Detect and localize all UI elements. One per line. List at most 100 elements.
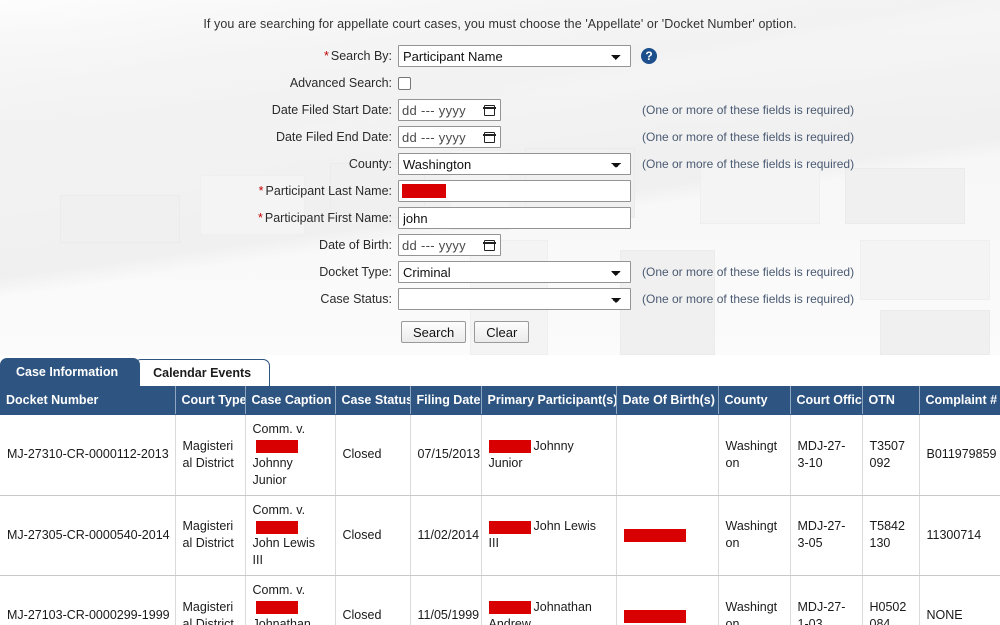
case-status-select[interactable] [398,288,631,310]
cell-case-caption: Comm. v. Johnathan Andrew [245,575,336,625]
advanced-search-checkbox[interactable] [398,76,411,90]
cell-filing-date: 07/15/2013 [410,414,482,496]
cell-primary-participants: John Lewis III [481,495,617,576]
case-caption-suffix: Johnny Junior [252,455,293,487]
case-caption-suffix: Johnathan Andrew [252,616,311,625]
form-row-docket-type: Docket Type: Criminal (One or more of th… [0,259,1000,285]
column-header-otn[interactable]: OTN [862,386,920,415]
date-filed-end-input[interactable]: dd --- yyyy [398,126,501,148]
case-status-label: Case Status: [320,292,392,306]
case-caption-suffix: John Lewis III [252,536,316,568]
form-row-participant-first-name: * Participant First Name: [0,205,1000,231]
cell-otn: T3507092 [862,414,920,496]
calendar-icon[interactable] [483,131,496,143]
cell-case-caption: Comm. v. Johnny Junior [245,414,336,496]
column-header-court-office[interactable]: Court Office [790,386,863,415]
cell-case-caption: Comm. v. John Lewis III [245,495,336,576]
case-search-form: * Search By: Participant Name ? Advanced … [0,43,1000,343]
redaction-bar [488,440,531,454]
required-asterisk: * [323,49,329,63]
date-of-birth-placeholder: dd --- yyyy [402,237,466,253]
redaction-bar [488,520,531,534]
form-buttons: Search Clear [0,321,1000,343]
cell-filing-date: 11/02/2014 [410,495,482,576]
form-row-date-filed-start: Date Filed Start Date: dd --- yyyy (One … [0,97,1000,123]
tab-case-information[interactable]: Case Information [0,358,141,386]
column-header-docket-number[interactable]: Docket Number [0,386,176,415]
required-asterisk: * [258,211,263,225]
column-header-case-status[interactable]: Case Status [335,386,411,415]
case-caption-prefix: Comm. v. [252,422,306,436]
date-of-birth-input[interactable]: dd --- yyyy [398,234,501,256]
column-header-county[interactable]: County [718,386,791,415]
table-row[interactable]: MJ-27305-CR-0000540-2014 Magisterial Dis… [0,495,1000,576]
column-header-complaint-number[interactable]: Complaint # [919,386,1000,415]
cell-court-office: MDJ-27-1-03 [790,575,863,625]
cell-date-of-birth [616,414,719,496]
date-filed-start-input[interactable]: dd --- yyyy [398,99,501,121]
case-status-hint: (One or more of these fields is required… [642,292,855,306]
column-header-court-type[interactable]: Court Type [175,386,246,415]
cell-docket-number[interactable]: MJ-27103-CR-0000299-1999 [0,575,176,625]
county-label: County: [348,157,392,171]
cell-date-of-birth [616,495,719,576]
column-header-date-of-births[interactable]: Date Of Birth(s) [616,386,719,415]
date-of-birth-label: Date of Birth: [319,238,392,252]
cell-docket-number[interactable]: MJ-27305-CR-0000540-2014 [0,495,176,576]
results-table: Docket Number Court Type Case Caption Ca… [0,386,1000,625]
date-filed-start-placeholder: dd --- yyyy [402,102,466,118]
required-asterisk: * [258,184,264,198]
redaction-bar [255,440,298,454]
case-caption-prefix: Comm. v. [252,502,306,517]
column-header-case-caption[interactable]: Case Caption [245,386,336,415]
cell-county: Washington [718,414,791,496]
cell-court-office: MDJ-27-3-10 [790,414,863,496]
participant-first-name-input[interactable] [398,207,631,229]
cell-case-status: Closed [335,495,411,576]
cell-court-type: Magisterial District [175,575,246,625]
county-select[interactable]: Washington [398,153,631,175]
calendar-icon[interactable] [483,239,496,251]
cell-otn: T5842130 [862,495,920,576]
cell-complaint-number: B011979859 [919,414,1000,496]
table-row[interactable]: MJ-27310-CR-0000112-2013 Magisterial Dis… [0,414,1000,496]
search-button[interactable]: Search [401,321,467,343]
redaction-bar [255,520,298,534]
date-filed-end-label: Date Filed End Date: [275,130,392,144]
form-row-participant-last-name: * Participant Last Name: [0,178,1000,204]
cell-date-of-birth [616,575,719,625]
form-row-date-of-birth: Date of Birth: dd --- yyyy [0,232,1000,258]
date-filed-start-label: Date Filed Start Date: [271,103,392,117]
column-header-filing-date[interactable]: Filing Date [410,386,482,415]
cell-court-type: Magisterial District [175,495,246,576]
redaction-bar [623,529,686,543]
redaction-bar [623,609,686,623]
calendar-icon[interactable] [483,104,496,116]
cell-docket-number[interactable]: MJ-27310-CR-0000112-2013 [0,414,176,496]
cell-case-status: Closed [335,414,411,496]
docket-type-label: Docket Type: [319,265,392,279]
table-row[interactable]: MJ-27103-CR-0000299-1999 Magisterial Dis… [0,575,1000,625]
date-filed-end-placeholder: dd --- yyyy [402,129,466,145]
cell-primary-participants: Johnathan Andrew [481,575,617,625]
table-header-row: Docket Number Court Type Case Caption Ca… [0,386,1000,415]
advanced-search-label: Advanced Search: [289,76,392,90]
form-row-case-status: Case Status: (One or more of these field… [0,286,1000,312]
search-by-select[interactable]: Participant Name [398,45,631,67]
form-row-date-filed-end: Date Filed End Date: dd --- yyyy (One or… [0,124,1000,150]
table-body: MJ-27310-CR-0000112-2013 Magisterial Dis… [0,414,1000,625]
appellate-notice-text: If you are searching for appellate court… [203,17,797,31]
case-caption-prefix: Comm. v. [252,583,306,597]
county-hint: (One or more of these fields is required… [642,157,855,171]
cell-county: Washington [718,495,791,576]
clear-button[interactable]: Clear [474,321,530,343]
docket-type-select[interactable]: Criminal [398,261,631,283]
docket-type-hint: (One or more of these fields is required… [642,265,855,279]
page-root: If you are searching for appellate court… [0,0,1000,625]
cell-filing-date: 11/05/1999 [410,575,482,625]
help-icon[interactable]: ? [641,48,657,64]
redaction-bar [402,184,446,198]
column-header-primary-participants[interactable]: Primary Participant(s) [481,386,617,415]
form-row-search-by: * Search By: Participant Name ? [0,43,1000,69]
tab-calendar-events[interactable]: Calendar Events [134,359,271,386]
